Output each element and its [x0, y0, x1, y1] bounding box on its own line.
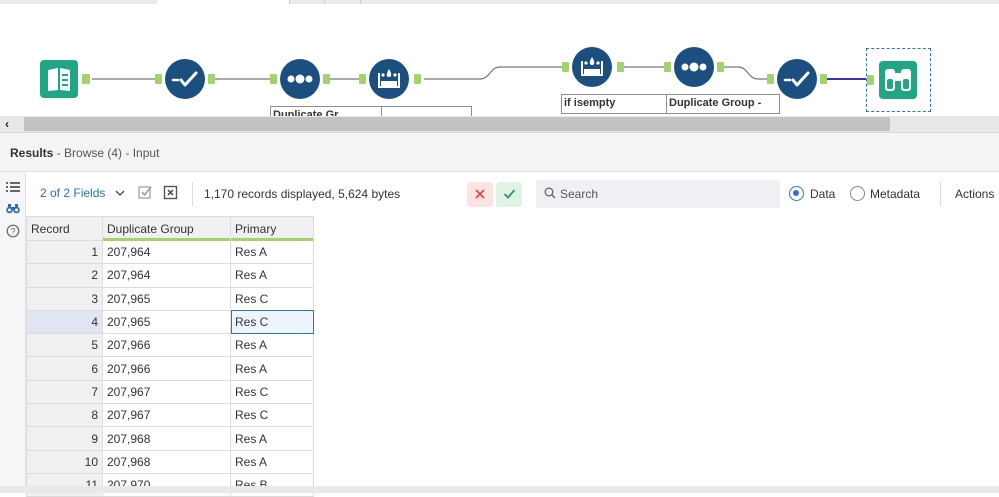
record-number-cell: 9 [26, 426, 103, 451]
edit-checkbox-icon[interactable] [138, 185, 153, 200]
table-row[interactable]: 2 207,964 Res A [26, 263, 314, 288]
actions-menu[interactable]: Actions [955, 187, 994, 201]
records-summary: 1,170 records displayed, 5,624 bytes [204, 187, 401, 201]
table-row[interactable]: 9 207,968 Res A [26, 426, 314, 451]
list-icon[interactable] [6, 180, 20, 194]
primary-cell[interactable]: Res A [230, 426, 314, 451]
search-box[interactable] [536, 180, 780, 208]
table-row[interactable]: 5 207,966 Res A [26, 333, 314, 358]
duplicate-group-cell[interactable]: 207,965 [102, 286, 231, 311]
input-data-tool[interactable] [40, 60, 92, 98]
binoculars-icon[interactable] [6, 201, 20, 215]
scroll-left-arrow-icon[interactable]: ‹ [5, 117, 9, 131]
tool-annotation: Duplicate Group - [666, 94, 780, 114]
fields-selector-label: 2 of 2 Fields [40, 186, 106, 200]
multi-row-formula-tool[interactable] [664, 47, 726, 87]
results-title-label: Results [10, 146, 54, 160]
column-header-primary[interactable]: Primary [230, 216, 314, 242]
workflow-canvas[interactable]: Duplicate Gr if isempty Duplicate Group … [0, 0, 999, 116]
formula-tool[interactable] [359, 59, 425, 99]
results-subtitle: - Browse (4) - Input [56, 146, 160, 160]
duplicate-group-cell[interactable]: 207,965 [102, 309, 231, 335]
record-number-cell: 1 [26, 239, 103, 265]
canvas-horizontal-scrollbar[interactable]: ‹ [0, 116, 999, 132]
results-toolbar: 2 of 2 Fields 1,170 records displayed, 5… [26, 172, 999, 216]
primary-cell[interactable]: Res A [230, 449, 314, 474]
scrollbar-thumb[interactable] [24, 117, 890, 131]
tool-annotation: Duplicate Gr [270, 106, 382, 116]
workflow-connections [92, 66, 866, 80]
results-side-rail: ? [0, 172, 26, 493]
duplicate-group-cell[interactable]: 207,967 [102, 403, 231, 428]
multi-row-formula-tool[interactable] [270, 59, 332, 99]
grid-header-row: Record Duplicate Group Primary [26, 216, 314, 242]
duplicate-group-cell[interactable]: 207,964 [102, 263, 231, 288]
duplicate-group-cell[interactable]: 207,966 [102, 333, 231, 358]
primary-cell[interactable]: Res C [230, 309, 314, 335]
table-row[interactable]: 4 207,965 Res C [26, 309, 314, 335]
select-tool[interactable] [155, 59, 217, 99]
fields-selector-dropdown[interactable]: 2 of 2 Fields [40, 186, 125, 200]
record-number-cell: 2 [26, 263, 103, 288]
primary-cell[interactable]: Res A [230, 356, 314, 381]
svg-text:?: ? [10, 227, 15, 237]
table-row[interactable]: 1 207,964 Res A [26, 239, 314, 265]
duplicate-group-cell[interactable]: 207,964 [102, 239, 231, 265]
primary-cell[interactable]: Res C [230, 379, 314, 405]
record-number-cell: 5 [26, 333, 103, 358]
table-row[interactable]: 6 207,966 Res A [26, 356, 314, 381]
record-number-cell: 7 [26, 379, 103, 405]
primary-cell[interactable]: Res A [230, 333, 314, 358]
duplicate-group-cell[interactable]: 207,968 [102, 449, 231, 474]
search-icon [544, 187, 556, 199]
table-row[interactable]: 3 207,965 Res C [26, 286, 314, 311]
toolbar-divider [192, 182, 193, 206]
toolbar-divider [940, 182, 941, 206]
results-data-grid[interactable]: Record Duplicate Group Primary 1 207,964 R… [26, 216, 314, 497]
primary-cell[interactable]: Res A [230, 239, 314, 265]
help-icon[interactable]: ? [6, 224, 20, 238]
clear-box-icon[interactable] [163, 185, 178, 200]
apply-check-button[interactable] [496, 182, 522, 207]
formula-tool[interactable] [562, 47, 628, 87]
primary-cell[interactable]: Res C [230, 286, 314, 311]
record-number-cell: 10 [26, 449, 103, 474]
record-number-cell: 8 [26, 403, 103, 428]
browse-tool-selected[interactable] [866, 48, 931, 112]
cancel-x-button[interactable] [467, 182, 493, 207]
tool-annotation: if isempty [561, 94, 668, 114]
select-tool[interactable] [767, 59, 829, 99]
record-number-cell: 3 [26, 286, 103, 311]
results-header: Results - Browse (4) - Input [0, 132, 999, 172]
metadata-view-label: Metadata [870, 187, 921, 201]
column-header-duplicate-group[interactable]: Duplicate Group [102, 216, 231, 242]
table-row[interactable]: 10 207,968 Res A [26, 449, 314, 474]
chevron-down-icon [115, 189, 125, 200]
data-view-label: Data [810, 187, 836, 201]
grid-horizontal-scrollbar[interactable] [0, 486, 999, 493]
table-row[interactable]: 7 207,967 Res C [26, 379, 314, 405]
tool-annotation [381, 106, 472, 116]
record-number-cell: 4 [26, 309, 103, 335]
duplicate-group-cell[interactable]: 207,967 [102, 379, 231, 405]
record-number-cell: 6 [26, 356, 103, 381]
primary-cell[interactable]: Res C [230, 403, 314, 428]
results-title: Results - Browse (4) - Input [10, 146, 159, 160]
table-row[interactable]: 8 207,967 Res C [26, 403, 314, 428]
primary-cell[interactable]: Res A [230, 263, 314, 288]
metadata-view-radio[interactable] [850, 186, 865, 201]
search-input[interactable] [560, 186, 770, 202]
data-view-radio[interactable] [789, 186, 804, 201]
column-header-record[interactable]: Record [26, 216, 103, 241]
duplicate-group-cell[interactable]: 207,968 [102, 426, 231, 451]
duplicate-group-cell[interactable]: 207,966 [102, 356, 231, 381]
